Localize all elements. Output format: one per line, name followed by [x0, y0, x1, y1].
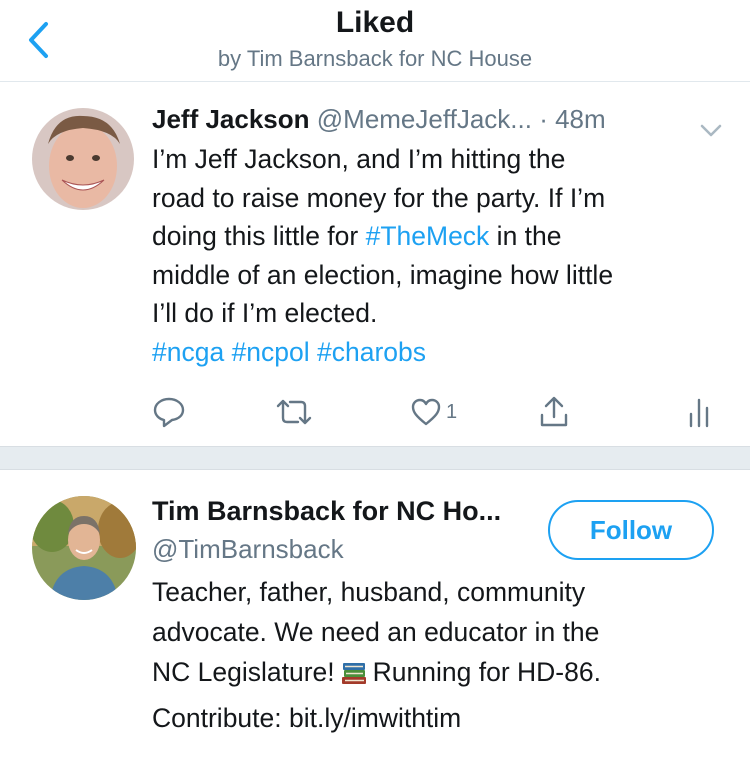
- share-button[interactable]: [538, 392, 570, 432]
- tweet[interactable]: Jeff Jackson @MemeJeffJack... · 48m I’m …: [0, 82, 750, 446]
- tweet-header: Jeff Jackson @MemeJeffJack... · 48m: [152, 104, 722, 140]
- bio-segment: Running for HD-86.: [372, 657, 601, 687]
- books-emoji-icon: [339, 657, 369, 698]
- tweet-timestamp: · 48m: [539, 104, 606, 134]
- tweet-text-line: I’ll do if I’m elected.: [152, 298, 378, 329]
- bio-line: NC Legislature! Running for HD-86.: [152, 652, 732, 698]
- chevron-down-icon: [700, 124, 722, 137]
- hashtag-link[interactable]: #TheMeck: [366, 221, 490, 251]
- share-icon: [540, 396, 568, 427]
- analytics-button[interactable]: [688, 392, 712, 432]
- tweet-text-segment: in the: [489, 221, 562, 252]
- tweet-text-segment: doing this little for: [152, 221, 366, 252]
- page-title: Liked: [335, 6, 415, 39]
- reply-button[interactable]: [152, 392, 186, 432]
- retweet-icon: [276, 399, 312, 425]
- author-handle[interactable]: @MemeJeffJack...: [317, 104, 532, 134]
- like-button[interactable]: 1: [410, 392, 457, 432]
- header-bar: Liked by Tim Barnsback for NC House: [0, 0, 750, 82]
- tweet-actions: 1: [0, 392, 750, 432]
- tweet-text: I’m Jeff Jackson, and I’m hitting the ro…: [152, 140, 732, 372]
- section-separator: [0, 446, 750, 470]
- like-count: 1: [446, 400, 458, 423]
- reply-icon: [153, 397, 185, 428]
- tweet-text-line: doing this little for #TheMeck in the: [152, 217, 732, 256]
- bio-line: Contribute: bit.ly/imwithtim: [152, 703, 462, 733]
- author-avatar[interactable]: [32, 108, 134, 210]
- author-name[interactable]: Jeff Jackson: [152, 104, 310, 134]
- bio-segment: NC Legislature!: [152, 657, 335, 687]
- user-card[interactable]: Tim Barnsback for NC Ho... @TimBarnsback…: [0, 470, 750, 766]
- bio-line: advocate. We need an educator in the: [152, 617, 600, 647]
- user-bio: Teacher, father, husband, community advo…: [152, 572, 732, 738]
- analytics-icon: [689, 398, 709, 428]
- user-handle[interactable]: @TimBarnsback: [152, 534, 344, 565]
- bio-line: Teacher, father, husband, community: [152, 577, 586, 607]
- follow-button[interactable]: Follow: [548, 500, 714, 560]
- tweet-text-line: road to raise money for the party. If I’…: [152, 182, 606, 213]
- page-subtitle: by Tim Barnsback for NC House: [217, 46, 533, 71]
- retweet-button[interactable]: [274, 392, 314, 432]
- tweet-text-line: I’m Jeff Jackson, and I’m hitting the: [152, 144, 566, 174]
- like-icon: [411, 398, 441, 426]
- tweet-text-line: middle of an election, imagine how littl…: [152, 259, 614, 290]
- hashtags-link[interactable]: #ncga #ncpol #charobs: [152, 333, 732, 372]
- user-avatar[interactable]: [32, 496, 136, 600]
- user-display-name[interactable]: Tim Barnsback for NC Ho...: [152, 496, 542, 527]
